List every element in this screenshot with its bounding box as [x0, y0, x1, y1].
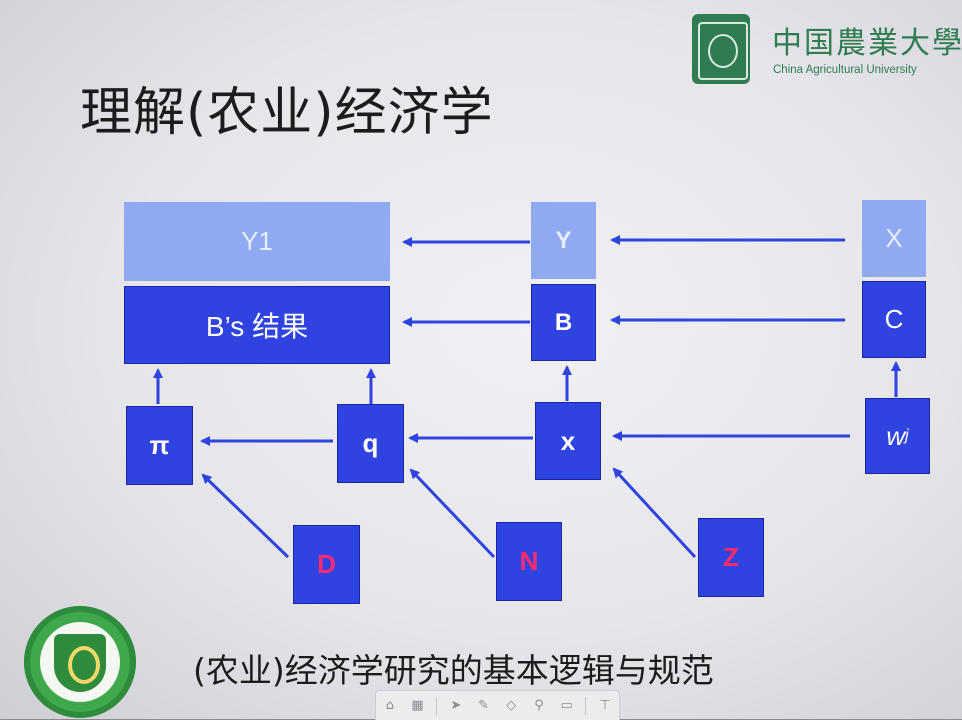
node-B: B: [531, 284, 596, 361]
pointer-icon[interactable]: ➤: [447, 697, 465, 715]
toolbar-divider: [585, 696, 587, 715]
node-q-label: q: [362, 428, 379, 458]
screen-icon[interactable]: ▭: [558, 697, 576, 715]
emblem-badge-logo: [24, 606, 136, 718]
presentation-toolbar: ⌂ ▦ ➤ ✎ ◇ ⚲ ▭ ⊤: [375, 690, 620, 720]
home-icon[interactable]: ⌂: [381, 697, 399, 715]
node-Z-label: Z: [723, 542, 739, 572]
node-N: N: [496, 522, 562, 601]
node-x-label: x: [560, 425, 576, 456]
arrow-Z-to-x: [612, 467, 697, 559]
node-wj-label: w: [886, 420, 906, 451]
slide-caption: (农业)经济学研究的基本逻辑与规范: [193, 651, 714, 690]
node-C-label: C: [884, 304, 904, 334]
zoom-icon[interactable]: ⚲: [530, 697, 548, 715]
grid-icon[interactable]: ▦: [409, 697, 427, 715]
node-Y: Y: [531, 202, 596, 279]
node-q: q: [337, 404, 404, 483]
node-pi: π: [126, 406, 193, 485]
node-b-result: B’s 结果: [124, 286, 390, 364]
node-B-label: B: [554, 308, 573, 336]
pen-icon[interactable]: ✎: [475, 697, 493, 715]
pin-icon[interactable]: ⊤: [596, 697, 614, 715]
node-x: x: [535, 402, 601, 480]
node-wj-subscript: j: [905, 427, 909, 444]
node-X-label: X: [885, 223, 903, 253]
slide: 中国農業大學 China Agricultural University 理解(…: [0, 0, 962, 720]
node-pi-label: π: [149, 430, 170, 460]
arrow-N-to-q: [409, 468, 496, 559]
arrow-D-to-pi: [201, 473, 290, 559]
node-Z: Z: [698, 518, 764, 597]
node-X: X: [862, 200, 926, 277]
node-y1-label: Y1: [241, 226, 273, 256]
toolbar-divider: [436, 696, 438, 715]
node-Y-label: Y: [555, 226, 572, 254]
node-b-result-label: B’s 结果: [205, 311, 309, 342]
eraser-icon[interactable]: ◇: [502, 697, 520, 715]
node-D: D: [293, 525, 360, 604]
node-wj: wj: [865, 398, 930, 474]
node-N-label: N: [519, 546, 539, 576]
node-y1: Y1: [124, 202, 390, 281]
node-C: C: [862, 281, 926, 358]
node-D-label: D: [317, 549, 336, 579]
